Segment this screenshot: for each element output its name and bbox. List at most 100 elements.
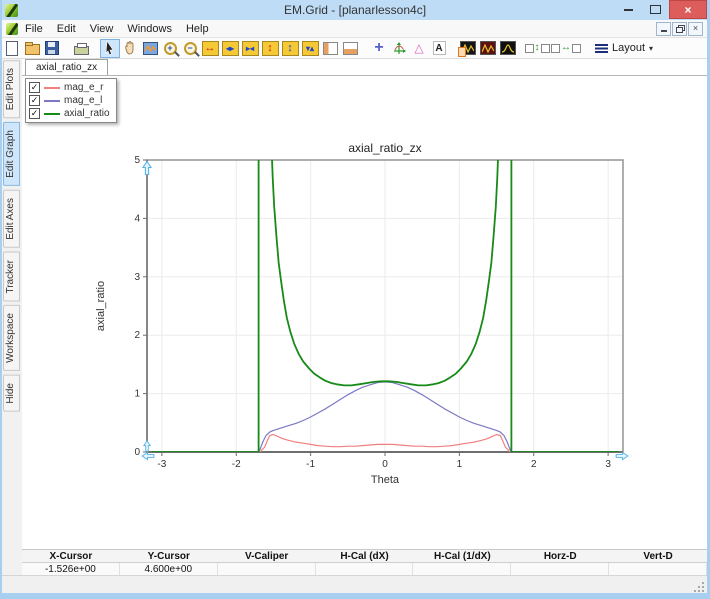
sidebar-tab-tracker[interactable]: Tracker xyxy=(3,252,20,302)
minimize-icon xyxy=(624,9,633,11)
chevron-down-icon: ▾ xyxy=(649,44,653,53)
readout-header-h-cal-dx-: H-Cal (dX) xyxy=(316,550,414,563)
crosshair-icon: + xyxy=(374,41,383,55)
sidebar-tab-edit-axes[interactable]: Edit Axes xyxy=(3,190,20,248)
fit-height-button[interactable]: ↕ xyxy=(527,39,547,58)
plot-canvas[interactable]: ✓mag_e_r✓mag_e_l✓axial_ratio -3-2-101230… xyxy=(22,75,707,549)
save-button[interactable] xyxy=(42,39,62,58)
readout-header-vert-d: Vert-D xyxy=(609,550,707,563)
sidebar-tab-workspace[interactable]: Workspace xyxy=(3,305,20,371)
stretch-y-button[interactable]: ↕ xyxy=(280,39,300,58)
menu-bar: File Edit View Windows Help × xyxy=(2,20,707,38)
caliper-triangle-icon: △ xyxy=(414,41,423,55)
close-button[interactable]: × xyxy=(669,0,707,19)
pan-icon xyxy=(122,40,138,56)
close-icon: × xyxy=(684,3,691,17)
toolbar: +−↔◂▸▸◂↕↕▾▴+△A↕↔Layout▾ xyxy=(2,38,707,59)
sidebar-tab-edit-graph[interactable]: Edit Graph xyxy=(3,122,20,186)
chart-area[interactable]: -3-2-10123012345axial_ratio_zxThetaaxial… xyxy=(90,140,660,500)
expand-y-icon: ↕ xyxy=(262,41,279,56)
split-vertical-button[interactable] xyxy=(320,39,340,58)
layout-button[interactable]: Layout ▾ xyxy=(588,39,660,58)
pointer-button[interactable] xyxy=(100,39,120,58)
axes-tool-icon xyxy=(391,40,407,56)
legend-item-mag_e_l[interactable]: ✓ mag_e_l xyxy=(29,94,110,107)
split-horizontal-button[interactable] xyxy=(340,39,360,58)
legend-item-axial_ratio[interactable]: ✓ axial_ratio xyxy=(29,107,110,120)
window-title: EM.Grid - [planarlesson4c] xyxy=(0,3,710,17)
menu-edit[interactable]: Edit xyxy=(50,22,83,36)
sidebar-tab-edit-plots[interactable]: Edit Plots xyxy=(3,60,20,118)
x-tick-label: -2 xyxy=(232,459,241,470)
mdi-close-icon: × xyxy=(693,24,698,33)
zoom-out-button[interactable]: − xyxy=(180,39,200,58)
axes-tool-button[interactable] xyxy=(389,39,409,58)
fit-width-button[interactable]: ↔ xyxy=(556,39,576,58)
y-axis-label: axial_ratio xyxy=(95,281,107,331)
y-tick-label: 4 xyxy=(134,213,140,224)
crosshair-button[interactable]: + xyxy=(369,39,389,58)
new-button[interactable] xyxy=(2,39,22,58)
zoom-in-button[interactable]: + xyxy=(160,39,180,58)
tab-strip: axial_ratio_zx xyxy=(22,58,707,76)
mdi-minimize-button[interactable] xyxy=(656,22,671,36)
menu-help[interactable]: Help xyxy=(179,22,216,36)
title-bar[interactable]: EM.Grid - [planarlesson4c] × xyxy=(0,0,710,20)
pointer-icon xyxy=(102,40,118,56)
layout-label: Layout xyxy=(612,42,645,54)
chart-title: axial_ratio_zx xyxy=(348,141,421,155)
tab-axial-ratio-zx[interactable]: axial_ratio_zx xyxy=(25,59,108,75)
document-logo-icon[interactable] xyxy=(6,23,18,35)
legend-checkbox[interactable]: ✓ xyxy=(29,82,40,93)
fit-width-icon: ↔ xyxy=(551,43,581,53)
axis-handle-right-icon[interactable] xyxy=(616,452,628,459)
mdi-restore-button[interactable] xyxy=(672,22,687,36)
menu-view[interactable]: View xyxy=(83,22,121,36)
zoom-window-button[interactable] xyxy=(140,39,160,58)
legend-item-mag_e_r[interactable]: ✓mag_e_r xyxy=(29,81,110,94)
print-button[interactable] xyxy=(71,39,91,58)
mdi-controls: × xyxy=(656,22,703,36)
menu-windows[interactable]: Windows xyxy=(120,22,179,36)
x-tick-label: -3 xyxy=(157,459,166,470)
legend-label: axial_ratio xyxy=(64,108,110,119)
x-tick-label: 0 xyxy=(382,459,388,470)
y-tick-label: 0 xyxy=(134,447,140,458)
menu-file[interactable]: File xyxy=(18,22,50,36)
chart-svg[interactable]: -3-2-10123012345axial_ratio_zxThetaaxial… xyxy=(90,140,660,495)
maximize-button[interactable] xyxy=(642,0,669,19)
sidebar-tab-hide[interactable]: Hide xyxy=(3,375,20,412)
legend-checkbox[interactable]: ✓ xyxy=(29,108,40,119)
text-label-icon: A xyxy=(433,41,446,55)
minimize-button[interactable] xyxy=(615,0,642,19)
mdi-minimize-icon xyxy=(661,30,667,32)
x-tick-label: -1 xyxy=(306,459,315,470)
invert-graph-button[interactable] xyxy=(478,39,498,58)
maximize-icon xyxy=(650,5,661,14)
open-button[interactable] xyxy=(22,39,42,58)
mdi-close-button[interactable]: × xyxy=(688,22,703,36)
expand-y-button[interactable]: ↕ xyxy=(260,39,280,58)
export-graph-button[interactable] xyxy=(498,39,518,58)
expand-x-button[interactable]: ↔ xyxy=(200,39,220,58)
resize-grip-icon[interactable] xyxy=(694,582,704,592)
legend-checkbox[interactable]: ✓ xyxy=(29,95,40,106)
axis-handle-top-icon[interactable] xyxy=(143,162,151,175)
pan-button[interactable] xyxy=(120,39,140,58)
x-tick-label: 2 xyxy=(531,459,537,470)
stretch-x-button[interactable]: ◂▸ xyxy=(220,39,240,58)
axis-handle-origin-icon[interactable] xyxy=(144,441,150,451)
axis-handle-left-icon[interactable] xyxy=(142,452,154,459)
split-horizontal-icon xyxy=(343,42,358,55)
caliper-triangle-button[interactable]: △ xyxy=(409,39,429,58)
copy-graph-button[interactable] xyxy=(458,39,478,58)
text-label-button[interactable]: A xyxy=(429,39,449,58)
shrink-y-button[interactable]: ▾▴ xyxy=(300,39,320,58)
new-icon xyxy=(6,41,18,56)
shrink-x-button[interactable]: ▸◂ xyxy=(240,39,260,58)
y-tick-label: 3 xyxy=(134,272,140,283)
y-tick-label: 2 xyxy=(134,330,140,341)
invert-graph-icon xyxy=(480,41,496,55)
layout-icon xyxy=(595,44,608,53)
legend-label: mag_e_l xyxy=(64,95,102,106)
